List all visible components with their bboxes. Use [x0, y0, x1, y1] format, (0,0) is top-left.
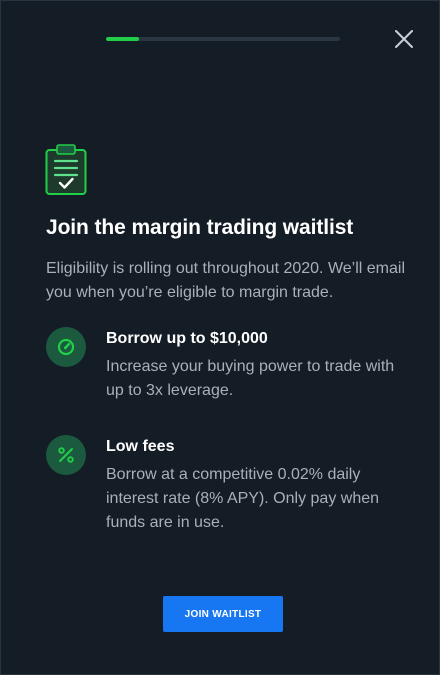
close-icon [395, 30, 413, 48]
feature-icon-circle [46, 327, 86, 367]
progress-bar-fill [106, 37, 139, 41]
gauge-icon [57, 338, 75, 356]
close-button[interactable] [391, 26, 417, 52]
page-title: Join the margin trading waitlist [46, 216, 354, 239]
feature-title: Low fees [106, 438, 175, 455]
waitlist-modal: Join the margin trading waitlist Eligibi… [0, 0, 440, 675]
feature-description: Borrow at a competitive 0.02% daily inte… [106, 466, 380, 531]
clipboard-check-icon [45, 144, 87, 195]
percent-icon [58, 447, 74, 463]
feature-icon-circle [46, 435, 86, 475]
subtitle: Eligibility is rolling out throughout 20… [46, 260, 405, 301]
feature-description: Increase your buying power to trade with… [106, 358, 395, 399]
feature-title: Borrow up to $10,000 [106, 330, 268, 347]
progress-bar [106, 37, 340, 41]
join-waitlist-button[interactable]: JOIN WAITLIST [163, 596, 283, 632]
